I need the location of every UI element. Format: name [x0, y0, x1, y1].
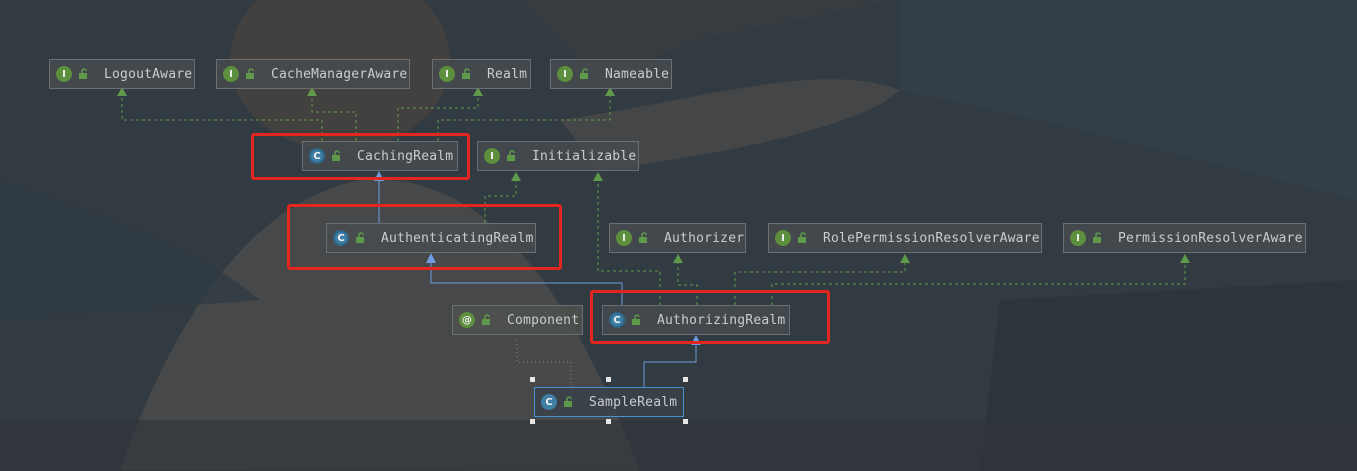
unlocked-icon: [798, 232, 806, 243]
unlocked-icon: [332, 150, 340, 161]
node-authorizer[interactable]: I Authorizer: [609, 223, 746, 253]
interface-icon: I: [557, 66, 573, 82]
arrowhead-permissionresolveraware: [1180, 254, 1190, 263]
selection-handle[interactable]: [530, 419, 535, 424]
node-label: Initializable: [532, 148, 637, 164]
interface-icon: I: [616, 230, 632, 246]
interface-icon: I: [223, 66, 239, 82]
node-authorizingrealm[interactable]: C AuthorizingRealm: [602, 305, 790, 335]
interface-icon: I: [439, 66, 455, 82]
arrowhead-initializable-a: [511, 172, 521, 181]
edge-samplerealm-authorizingrealm: [643, 340, 697, 387]
node-cachingrealm[interactable]: C CachingRealm: [302, 141, 458, 171]
interface-icon: I: [1070, 230, 1086, 246]
arrowhead-rolepermissionresolveraware: [900, 254, 910, 263]
node-permissionresolveraware[interactable]: I PermissionResolverAware: [1063, 223, 1306, 253]
unlocked-icon: [580, 68, 588, 79]
node-label: RolePermissionResolverAware: [823, 230, 1040, 246]
edge-samplerealm-component: [516, 340, 572, 387]
unlocked-icon: [79, 68, 87, 79]
node-initializable[interactable]: I Initializable: [477, 141, 639, 171]
edge-authorizingrealm-permissionresolveraware: [771, 258, 1186, 305]
edge-cachingrealm-cachemanageraware: [311, 91, 357, 141]
unlocked-icon: [1093, 232, 1101, 243]
arrowhead-cachingrealm: [374, 171, 384, 181]
arrowhead-authorizingrealm: [691, 335, 701, 345]
node-label: Authorizer: [664, 230, 745, 246]
node-label: CachingRealm: [357, 148, 454, 164]
abstract-class-icon: C: [309, 148, 325, 164]
node-label: AuthenticatingRealm: [381, 230, 534, 246]
node-label: Component: [507, 312, 580, 328]
unlocked-icon: [356, 232, 364, 243]
unlocked-icon: [639, 232, 647, 243]
arrowhead-initializable-b: [593, 172, 603, 181]
edge-cachingrealm-logoutaware: [121, 91, 323, 141]
interface-icon: I: [56, 66, 72, 82]
node-label: SampleRealm: [589, 394, 678, 410]
node-nameable[interactable]: I Nameable: [550, 59, 672, 89]
unlocked-icon: [507, 150, 515, 161]
interface-icon: I: [775, 230, 791, 246]
unlocked-icon: [632, 314, 640, 325]
edge-authorizingrealm-rolepermissionresolveraware: [734, 258, 906, 305]
node-label: LogoutAware: [104, 66, 193, 82]
node-logoutaware[interactable]: I LogoutAware: [49, 59, 195, 89]
unlocked-icon: [564, 396, 572, 407]
node-samplerealm[interactable]: C SampleRealm: [534, 387, 684, 417]
node-realm[interactable]: I Realm: [432, 59, 531, 89]
annotation-icon: @: [459, 312, 475, 328]
selection-handle[interactable]: [606, 419, 611, 424]
node-label: PermissionResolverAware: [1118, 230, 1303, 246]
selection-handle[interactable]: [683, 419, 688, 424]
arrowhead-authenticatingrealm: [426, 253, 436, 263]
edge-authorizingrealm-authorizer: [677, 258, 698, 305]
node-label: AuthorizingRealm: [657, 312, 786, 328]
node-rolepermissionresolveraware[interactable]: I RolePermissionResolverAware: [768, 223, 1042, 253]
node-component[interactable]: @ Component: [452, 305, 583, 335]
node-cachemanageraware[interactable]: I CacheManagerAware: [216, 59, 410, 89]
node-label: Realm: [487, 66, 528, 82]
class-icon: C: [541, 394, 557, 410]
node-label: Nameable: [605, 66, 670, 82]
arrowhead-authorizer: [673, 254, 683, 263]
selection-handle[interactable]: [606, 377, 611, 382]
unlocked-icon: [462, 68, 470, 79]
abstract-class-icon: C: [333, 230, 349, 246]
selection-handle[interactable]: [683, 377, 688, 382]
node-label: CacheManagerAware: [271, 66, 408, 82]
edge-authorizingrealm-authenticatingrealm: [430, 258, 623, 305]
node-authenticatingrealm[interactable]: C AuthenticatingRealm: [326, 223, 536, 253]
selection-handle[interactable]: [530, 377, 535, 382]
unlocked-icon: [482, 314, 490, 325]
abstract-class-icon: C: [609, 312, 625, 328]
edge-authenticatingrealm-initializable: [484, 176, 517, 223]
unlocked-icon: [246, 68, 254, 79]
interface-icon: I: [484, 148, 500, 164]
edge-cachingrealm-nameable: [437, 91, 611, 141]
